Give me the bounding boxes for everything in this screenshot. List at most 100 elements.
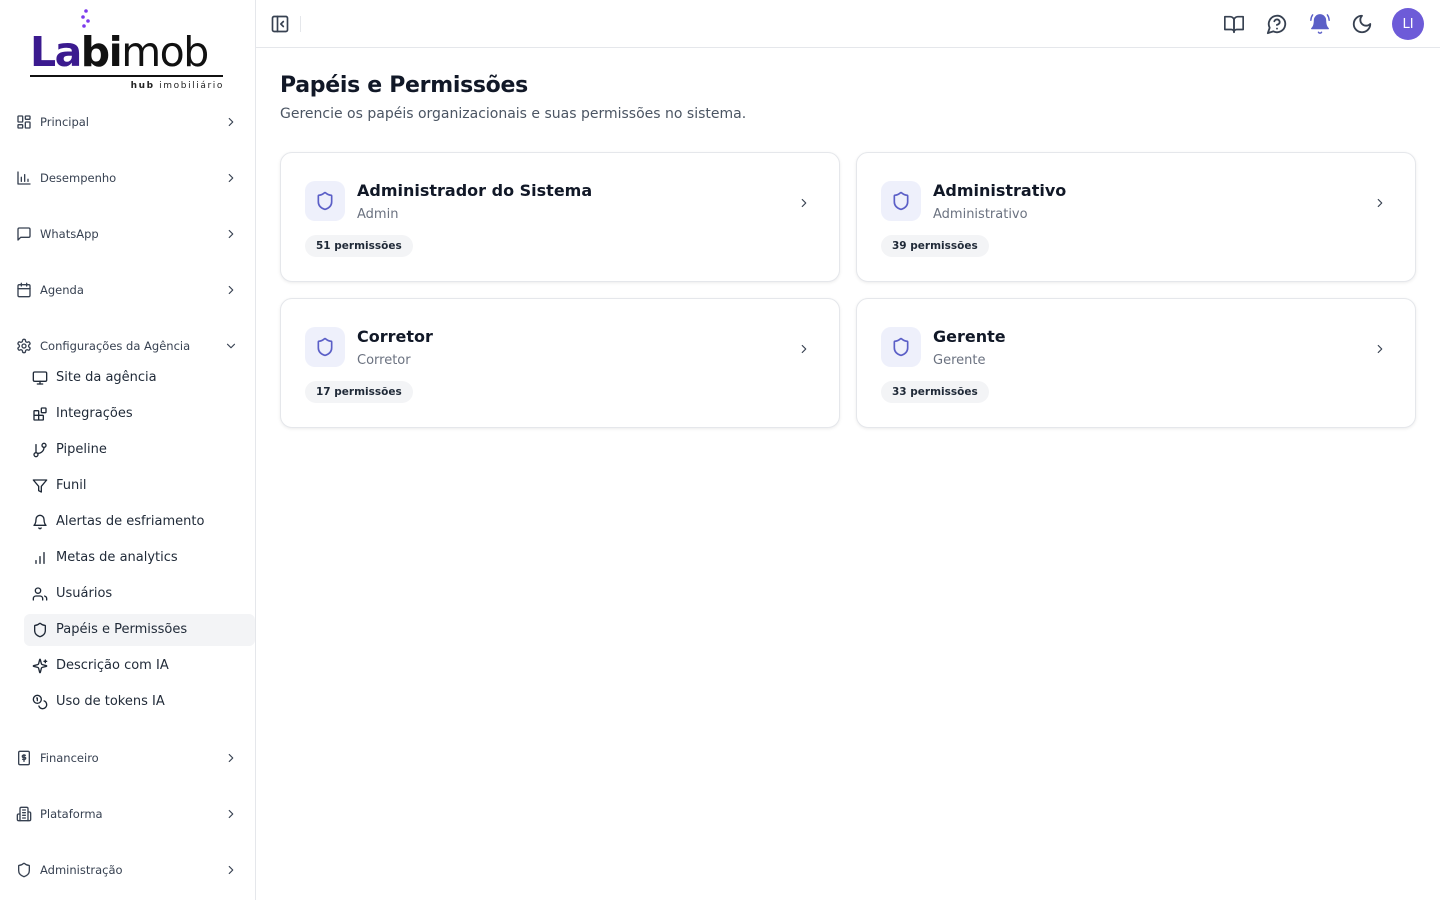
sidebar-item-label: Funil bbox=[56, 478, 87, 493]
chevron-right-icon bbox=[224, 170, 238, 186]
chevron-right-icon bbox=[1373, 341, 1387, 357]
sidebar: Labimob hub imobiliário Principal Desemp… bbox=[0, 0, 256, 900]
shield-icon bbox=[16, 862, 32, 878]
sidebar-group-label: Administração bbox=[40, 863, 123, 877]
chevron-right-icon bbox=[797, 341, 811, 357]
chevron-right-icon bbox=[224, 750, 238, 766]
chevron-right-icon bbox=[224, 114, 238, 130]
sidebar-item-usuarios[interactable]: Usuários bbox=[24, 578, 255, 610]
page-subtitle: Gerencie os papéis organizacionais e sua… bbox=[280, 106, 747, 122]
moon-icon[interactable] bbox=[1351, 13, 1373, 35]
sidebar-group-label: Agenda bbox=[40, 283, 84, 297]
role-title: Administrador do Sistema bbox=[357, 181, 593, 200]
sidebar-item-label: Usuários bbox=[56, 586, 113, 601]
bell-ringing-icon[interactable] bbox=[1309, 13, 1331, 35]
sidebar-group-financeiro[interactable]: Financeiro bbox=[0, 742, 255, 774]
chevron-right-icon bbox=[797, 195, 811, 211]
help-chat-icon[interactable] bbox=[1266, 13, 1288, 35]
sidebar-group-plataforma[interactable]: Plataforma bbox=[0, 798, 255, 830]
role-subtitle: Admin bbox=[357, 207, 399, 222]
shield-icon bbox=[881, 181, 921, 221]
sidebar-item-label: Uso de tokens IA bbox=[56, 694, 165, 709]
chevron-right-icon bbox=[1373, 195, 1387, 211]
sidebar-group-agenda[interactable]: Agenda bbox=[0, 274, 255, 306]
sidebar-group-label: Plataforma bbox=[40, 807, 103, 821]
message-square-icon bbox=[16, 226, 32, 242]
git-branch-icon bbox=[32, 442, 48, 458]
role-subtitle: Corretor bbox=[357, 353, 411, 368]
role-subtitle: Administrativo bbox=[933, 207, 1028, 222]
sidebar-group-configuracoes[interactable]: Configurações da Agência bbox=[0, 330, 255, 362]
permissions-badge: 51 permissões bbox=[305, 235, 413, 257]
receipt-icon bbox=[16, 750, 32, 766]
role-title: Gerente bbox=[933, 327, 1006, 346]
chevron-right-icon bbox=[224, 806, 238, 822]
topbar-divider bbox=[300, 16, 301, 32]
role-card[interactable]: Gerente Gerente 33 permissões bbox=[856, 298, 1416, 428]
sidebar-group-label: Desempenho bbox=[40, 171, 117, 185]
page-title: Papéis e Permissões bbox=[280, 73, 528, 98]
role-card[interactable]: Administrador do Sistema Admin 51 permis… bbox=[280, 152, 840, 282]
bar-chart-icon bbox=[16, 170, 32, 186]
labimob-logo[interactable]: Labimob hub imobiliário bbox=[30, 8, 226, 94]
funnel-icon bbox=[32, 478, 48, 494]
coins-icon bbox=[32, 694, 48, 710]
shield-icon bbox=[305, 181, 345, 221]
sidebar-toggle-icon[interactable] bbox=[270, 14, 290, 34]
shield-icon bbox=[32, 622, 48, 638]
book-open-icon[interactable] bbox=[1223, 13, 1245, 35]
user-avatar[interactable]: LI bbox=[1392, 8, 1424, 40]
sidebar-item-label: Descrição com IA bbox=[56, 658, 169, 673]
sparkles-icon bbox=[32, 658, 48, 674]
chevron-right-icon bbox=[224, 226, 238, 242]
role-title: Administrativo bbox=[933, 181, 1067, 200]
logo-underline bbox=[30, 75, 223, 77]
sidebar-item-uso-de-tokens-ia[interactable]: Uso de tokens IA bbox=[24, 686, 255, 718]
permissions-badge: 33 permissões bbox=[881, 381, 989, 403]
role-card[interactable]: Corretor Corretor 17 permissões bbox=[280, 298, 840, 428]
layout-grid-icon bbox=[16, 114, 32, 130]
logo-tagline: hub imobiliário bbox=[130, 81, 224, 91]
sidebar-group-label: Financeiro bbox=[40, 751, 99, 765]
sidebar-group-desempenho[interactable]: Desempenho bbox=[0, 162, 255, 194]
blocks-icon bbox=[32, 406, 48, 422]
role-card[interactable]: Administrativo Administrativo 39 permiss… bbox=[856, 152, 1416, 282]
sidebar-item-integracoes[interactable]: Integrações bbox=[24, 398, 255, 430]
sidebar-item-funil[interactable]: Funil bbox=[24, 470, 255, 502]
chevron-right-icon bbox=[224, 282, 238, 298]
sidebar-group-whatsapp[interactable]: WhatsApp bbox=[0, 218, 255, 250]
calendar-icon bbox=[16, 282, 32, 298]
sidebar-item-descricao-com-ia[interactable]: Descrição com IA bbox=[24, 650, 255, 682]
shield-icon bbox=[881, 327, 921, 367]
sidebar-group-label: Principal bbox=[40, 115, 90, 129]
sidebar-group-label: WhatsApp bbox=[40, 227, 99, 241]
chart-icon bbox=[32, 550, 48, 566]
sidebar-item-metas-de-analytics[interactable]: Metas de analytics bbox=[24, 542, 255, 574]
sidebar-item-label: Integrações bbox=[56, 406, 133, 421]
sidebar-item-site-da-agencia[interactable]: Site da agência bbox=[24, 362, 255, 394]
logo-dots-icon bbox=[81, 9, 90, 28]
sidebar-group-principal[interactable]: Principal bbox=[0, 106, 255, 138]
role-title: Corretor bbox=[357, 327, 433, 346]
sidebar-item-label: Papéis e Permissões bbox=[56, 622, 188, 637]
logo-wordmark: Labimob bbox=[30, 28, 209, 76]
sidebar-item-label: Alertas de esfriamento bbox=[56, 514, 205, 529]
sidebar-item-pipeline[interactable]: Pipeline bbox=[24, 434, 255, 466]
building-icon bbox=[16, 806, 32, 822]
chevron-down-icon bbox=[224, 338, 238, 354]
users-icon bbox=[32, 586, 48, 602]
shield-icon bbox=[305, 327, 345, 367]
sidebar-group-label: Configurações da Agência bbox=[40, 339, 191, 353]
sidebar-item-alertas-de-esfriamento[interactable]: Alertas de esfriamento bbox=[24, 506, 255, 538]
sidebar-item-papeis-e-permissoes[interactable]: Papéis e Permissões bbox=[24, 614, 255, 646]
topbar: LI bbox=[256, 0, 1440, 48]
sidebar-group-administracao[interactable]: Administração bbox=[0, 854, 255, 886]
permissions-badge: 17 permissões bbox=[305, 381, 413, 403]
chevron-right-icon bbox=[224, 862, 238, 878]
sidebar-item-label: Site da agência bbox=[56, 370, 157, 385]
sidebar-item-label: Pipeline bbox=[56, 442, 107, 457]
settings-icon bbox=[16, 338, 32, 354]
sidebar-item-label: Metas de analytics bbox=[56, 550, 178, 565]
bell-icon bbox=[32, 514, 48, 530]
monitor-icon bbox=[32, 370, 48, 386]
